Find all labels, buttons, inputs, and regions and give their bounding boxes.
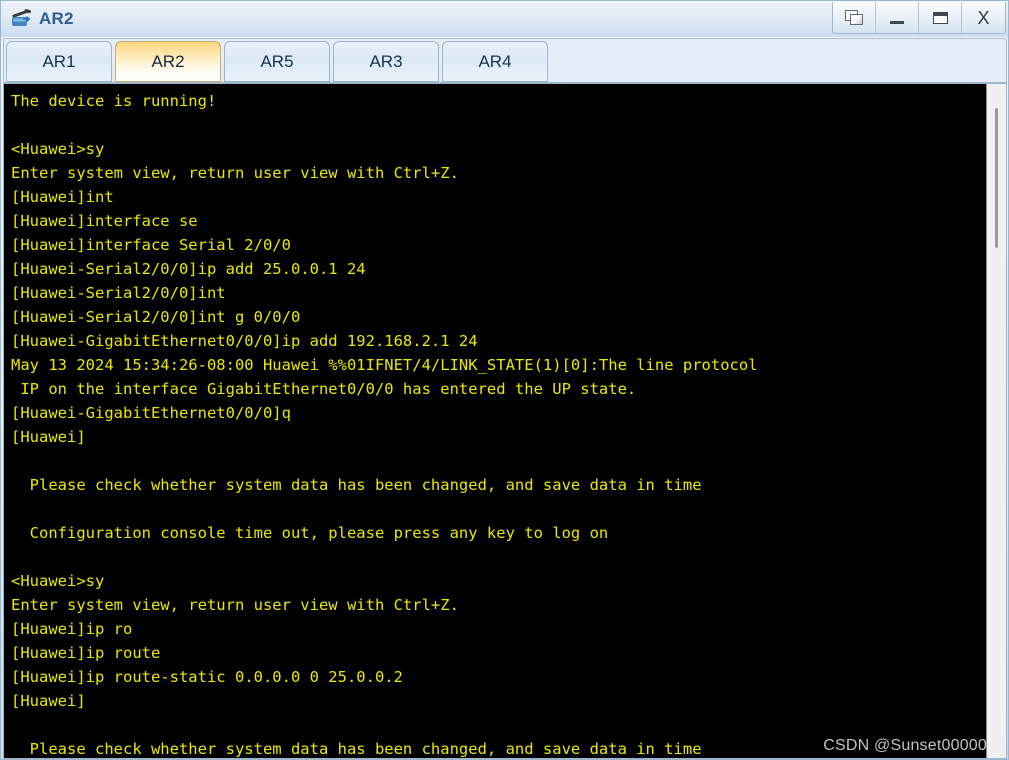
- terminal-line: [Huawei-Serial2/0/0]ip add 25.0.0.1 24: [11, 260, 366, 278]
- terminal-line: [Huawei]: [11, 428, 86, 446]
- maximize-icon: [932, 11, 948, 24]
- router-icon: [10, 8, 32, 30]
- terminal-line: The device is running!: [11, 92, 217, 110]
- terminal-line: May 13 2024 15:34:26-08:00 Huawei %%01IF…: [11, 356, 758, 374]
- terminal-line: <Huawei>sy: [11, 140, 105, 158]
- title-bar-left: AR2: [1, 8, 74, 30]
- device-tab-bar: AR1 AR2 AR5 AR3 AR4: [3, 38, 1007, 83]
- tab-label: AR1: [42, 51, 76, 71]
- tab-ar3[interactable]: AR3: [333, 41, 439, 82]
- terminal-line: [Huawei]ip ro: [11, 620, 133, 638]
- terminal-line: <Huawei>sy: [11, 572, 105, 590]
- window-controls: X: [832, 2, 1006, 34]
- terminal-line: Please check whether system data has bee…: [11, 476, 702, 494]
- tab-label: AR3: [369, 51, 403, 71]
- restore-button[interactable]: [833, 2, 876, 33]
- terminal-line: Configuration console time out, please p…: [11, 524, 609, 542]
- close-icon: X: [977, 7, 990, 28]
- tab-label: AR4: [478, 51, 512, 71]
- terminal-line: [Huawei]interface se: [11, 212, 198, 230]
- tab-ar5[interactable]: AR5: [224, 41, 330, 82]
- terminal-line: Enter system view, return user view with…: [11, 596, 459, 614]
- maximize-button[interactable]: [919, 2, 962, 33]
- terminal-line: [Huawei-GigabitEthernet0/0/0]q: [11, 404, 291, 422]
- terminal-line: [Huawei]: [11, 692, 86, 710]
- tab-ar4[interactable]: AR4: [442, 41, 548, 82]
- terminal-line: IP on the interface GigabitEthernet0/0/0…: [11, 380, 637, 398]
- title-bar: AR2 X: [1, 1, 1008, 37]
- terminal-line: [Huawei]int: [11, 188, 114, 206]
- tab-ar1[interactable]: AR1: [6, 41, 112, 82]
- terminal-output[interactable]: The device is running! <Huawei>sy Enter sy…: [4, 84, 986, 758]
- restore-icon: [844, 9, 864, 26]
- terminal-line: Please check whether system data has bee…: [11, 740, 702, 758]
- terminal-line: [Huawei-GigabitEthernet0/0/0]ip add 192.…: [11, 332, 478, 350]
- window-title: AR2: [39, 8, 74, 28]
- terminal-line: [Huawei-Serial2/0/0]int g 0/0/0: [11, 308, 301, 326]
- tab-ar2[interactable]: AR2: [115, 41, 221, 82]
- minimize-icon: [890, 20, 904, 24]
- terminal-line: [Huawei]ip route-static 0.0.0.0 0 25.0.0…: [11, 668, 403, 686]
- terminal-line: [Huawei]interface Serial 2/0/0: [11, 236, 291, 254]
- minimize-button[interactable]: [876, 2, 919, 33]
- tab-label: AR2: [151, 51, 185, 71]
- device-console-window: AR2 X AR1 AR2 AR5 AR3 AR4 The device is runn…: [0, 0, 1009, 760]
- tab-label: AR5: [260, 51, 294, 71]
- scrollbar-thumb[interactable]: [995, 108, 998, 248]
- vertical-scrollbar[interactable]: [986, 84, 1006, 758]
- terminal-line: [Huawei]ip route: [11, 644, 161, 662]
- terminal-line: [Huawei-Serial2/0/0]int: [11, 284, 226, 302]
- terminal-area: The device is running! <Huawei>sy Enter sy…: [3, 83, 1007, 759]
- close-button[interactable]: X: [962, 2, 1005, 33]
- terminal-line: Enter system view, return user view with…: [11, 164, 459, 182]
